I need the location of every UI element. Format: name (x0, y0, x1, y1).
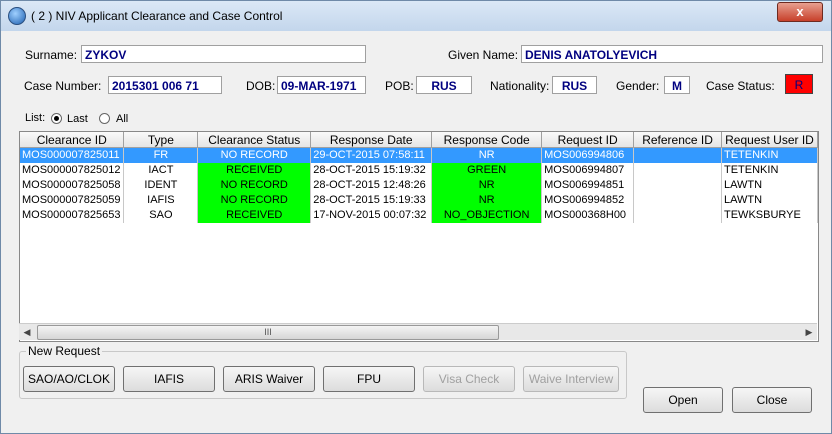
cell-clearance-status: RECEIVED (197, 163, 312, 178)
cell-type: FR (123, 147, 199, 163)
cell-type: IACT (123, 163, 199, 178)
horizontal-scrollbar[interactable]: ◀ III ▶ (19, 323, 817, 340)
surname-field[interactable]: ZYKOV (81, 45, 366, 63)
cell-clearance-id: MOS000007825653 (20, 208, 125, 223)
case-status-badge: R (785, 74, 813, 94)
case-status-label: Case Status: (706, 79, 775, 93)
cell-reference-id (633, 193, 722, 208)
list-all-label: All (116, 113, 129, 125)
pob-label: POB: (385, 79, 414, 93)
gender-label: Gender: (616, 79, 660, 93)
table-row[interactable]: MOS000007825058 IDENT NO RECORD 28-OCT-2… (20, 178, 818, 193)
col-header-type[interactable]: Type (123, 132, 199, 148)
col-header-response-code[interactable]: Response Code (431, 132, 543, 148)
col-header-response-date[interactable]: Response Date (310, 132, 433, 148)
cell-response-code: NR (431, 178, 543, 193)
new-request-group: New Request SAO/AO/CLOK IAFIS ARIS Waive… (19, 344, 627, 399)
nationality-field[interactable]: RUS (552, 76, 597, 94)
cell-type: IDENT (123, 178, 199, 193)
close-button[interactable]: Close (732, 387, 812, 413)
cell-response-date: 28-OCT-2015 15:19:32 (310, 163, 433, 178)
col-header-clearance-id[interactable]: Clearance ID (20, 132, 125, 148)
cell-reference-id (633, 208, 722, 223)
waive-interview-button[interactable]: Waive Interview (523, 366, 619, 392)
cell-response-code: NR (431, 193, 543, 208)
clearance-window: ( 2 ) NIV Applicant Clearance and Case C… (0, 0, 832, 434)
cell-response-date: 29-OCT-2015 07:58:11 (310, 147, 433, 163)
col-header-reference-id[interactable]: Reference ID (633, 132, 722, 148)
table-header-row: Clearance ID Type Clearance Status Respo… (20, 132, 818, 148)
cell-clearance-status: NO RECORD (197, 178, 312, 193)
cell-clearance-id: MOS000007825058 (20, 178, 125, 193)
cell-request-id: MOS006994807 (541, 163, 635, 178)
globe-icon (8, 7, 26, 25)
cell-request-id: MOS000368H00 (541, 208, 635, 223)
gender-field[interactable]: M (664, 76, 690, 94)
cell-request-id: MOS006994851 (541, 178, 635, 193)
dob-label: DOB: (246, 79, 276, 93)
aris-waiver-button[interactable]: ARIS Waiver (223, 366, 315, 392)
nationality-label: Nationality: (490, 79, 550, 93)
cell-clearance-status: NO RECORD (197, 193, 312, 208)
cell-request-user-id: LAWTN (721, 178, 818, 193)
open-button[interactable]: Open (643, 387, 723, 413)
cell-clearance-status: RECEIVED (197, 208, 312, 223)
dob-field[interactable]: 09-MAR-1971 (277, 76, 366, 94)
table-row[interactable]: MOS000007825012 IACT RECEIVED 28-OCT-201… (20, 163, 818, 178)
cell-response-code: GREEN (431, 163, 543, 178)
cell-reference-id (633, 163, 722, 178)
list-last-radio[interactable] (51, 113, 62, 124)
iafis-button[interactable]: IAFIS (123, 366, 215, 392)
cell-response-date: 28-OCT-2015 15:19:33 (310, 193, 433, 208)
visa-check-button[interactable]: Visa Check (423, 366, 515, 392)
given-name-field[interactable]: DENIS ANATOLYEVICH (521, 45, 823, 63)
cell-clearance-id: MOS000007825012 (20, 163, 125, 178)
window-close-button[interactable]: x (777, 2, 823, 22)
list-label: List: (25, 112, 46, 124)
col-header-clearance-status[interactable]: Clearance Status (197, 132, 312, 148)
col-header-request-id[interactable]: Request ID (541, 132, 635, 148)
pob-field[interactable]: RUS (416, 76, 472, 94)
window-title: ( 2 ) NIV Applicant Clearance and Case C… (31, 9, 283, 23)
cell-request-user-id: TETENKIN (721, 163, 818, 178)
cell-response-date: 28-OCT-2015 12:48:26 (310, 178, 433, 193)
cell-reference-id (633, 178, 722, 193)
clearance-table[interactable]: Clearance ID Type Clearance Status Respo… (19, 131, 819, 342)
fpu-button[interactable]: FPU (323, 366, 415, 392)
cell-request-user-id: LAWTN (721, 193, 818, 208)
cell-response-code: NO_OBJECTION (431, 208, 543, 223)
cell-clearance-id: MOS000007825059 (20, 193, 125, 208)
cell-response-date: 17-NOV-2015 00:07:32 (310, 208, 433, 223)
client-area: Surname: ZYKOV Given Name: DENIS ANATOLY… (9, 31, 823, 426)
scroll-left-arrow-icon[interactable]: ◀ (19, 324, 35, 340)
cell-request-user-id: TETENKIN (721, 147, 818, 163)
case-number-field[interactable]: 2015301 006 71 (108, 76, 222, 94)
cell-type: SAO (123, 208, 199, 223)
cell-type: IAFIS (123, 193, 199, 208)
col-header-request-user-id[interactable]: Request User ID (721, 132, 818, 148)
table-row[interactable]: MOS000007825059 IAFIS NO RECORD 28-OCT-2… (20, 193, 818, 208)
cell-request-id: MOS006994852 (541, 193, 635, 208)
cell-clearance-id: MOS000007825011 (20, 147, 125, 163)
new-request-legend: New Request (26, 344, 103, 358)
sao-ao-clok-button[interactable]: SAO/AO/CLOK (23, 366, 115, 392)
cell-response-code: NR (431, 147, 543, 163)
given-name-label: Given Name: (448, 48, 519, 62)
cell-request-user-id: TEWKSBURYE (721, 208, 818, 223)
cell-reference-id (633, 147, 722, 163)
table-row[interactable]: MOS000007825653 SAO RECEIVED 17-NOV-2015… (20, 208, 818, 223)
scrollbar-thumb[interactable]: III (37, 325, 499, 340)
case-number-label: Case Number: (24, 79, 102, 93)
list-all-radio[interactable] (99, 113, 110, 124)
scroll-right-arrow-icon[interactable]: ▶ (801, 324, 817, 340)
list-last-label: Last (67, 113, 88, 125)
cell-clearance-status: NO RECORD (197, 147, 312, 163)
table-row[interactable]: MOS000007825011 FR NO RECORD 29-OCT-2015… (20, 147, 818, 163)
cell-request-id: MOS006994806 (541, 147, 635, 163)
surname-label: Surname: (25, 48, 78, 62)
title-bar: ( 2 ) NIV Applicant Clearance and Case C… (1, 1, 831, 31)
